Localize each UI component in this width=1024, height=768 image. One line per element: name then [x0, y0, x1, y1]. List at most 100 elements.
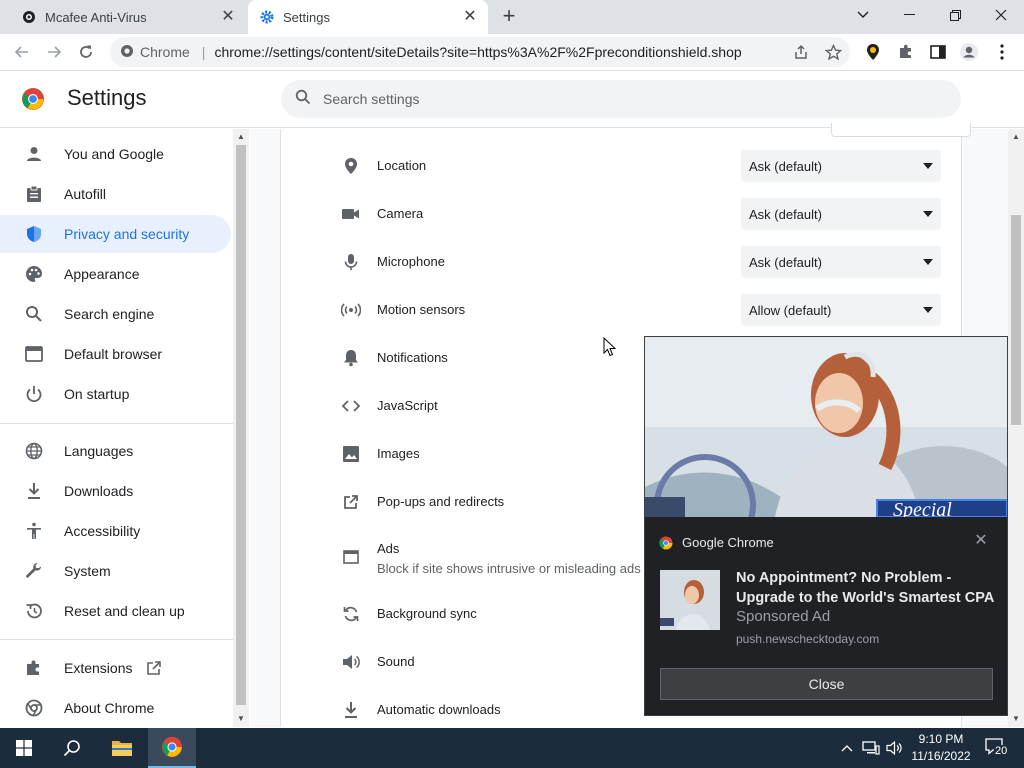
profile-avatar-icon[interactable]	[958, 41, 980, 63]
tray-chevron-up-icon[interactable]	[838, 738, 856, 758]
chrome-notification-popup[interactable]: Special Google Chrome ✕ No Appointment? …	[644, 336, 1008, 716]
download-icon	[24, 481, 44, 501]
image-icon	[341, 444, 361, 464]
permission-label: Background sync	[377, 606, 477, 621]
file-explorer-icon[interactable]	[98, 728, 146, 768]
location-pin-extension-icon[interactable]	[862, 41, 884, 63]
download-icon	[341, 700, 361, 720]
sidebar-item-search-engine[interactable]: Search engine	[0, 295, 231, 333]
restore-icon	[24, 601, 44, 621]
extensions-puzzle-icon[interactable]	[895, 41, 917, 63]
site-info-chip[interactable]: Chrome	[120, 44, 190, 61]
permission-row-microphone: Microphone Ask (default)	[281, 238, 961, 286]
back-arrow-icon[interactable]	[10, 40, 34, 64]
microphone-icon	[341, 252, 361, 272]
scroll-down-arrow-icon[interactable]: ▼	[1012, 714, 1020, 723]
main-scrollbar[interactable]: ▲ ▼	[1008, 129, 1024, 727]
sidebar-item-on-startup[interactable]: On startup	[0, 375, 231, 413]
sidebar-item-languages[interactable]: Languages	[0, 432, 231, 470]
permission-label: Microphone	[377, 254, 445, 269]
forward-arrow-icon[interactable]	[42, 40, 66, 64]
sidebar-divider	[0, 639, 233, 640]
sidebar-item-downloads[interactable]: Downloads	[0, 472, 231, 510]
sidebar-item-autofill[interactable]: Autofill	[0, 175, 231, 213]
settings-sidebar: You and Google Autofill Privacy and secu…	[0, 129, 233, 727]
sidebar-item-label: Privacy and security	[64, 226, 190, 242]
sidebar-item-extensions[interactable]: Extensions	[0, 649, 231, 687]
scroll-up-arrow-icon[interactable]: ▲	[1012, 132, 1020, 141]
mcafee-favicon-icon	[22, 10, 36, 24]
scroll-up-arrow-icon[interactable]: ▲	[237, 132, 245, 141]
tab-close-icon[interactable]: ✕	[220, 9, 236, 25]
sidebar-item-about-chrome[interactable]: About Chrome	[0, 689, 231, 727]
sidebar-divider	[0, 423, 233, 424]
reload-icon[interactable]	[74, 40, 98, 64]
address-bar[interactable]: Chrome | chrome://settings/content/siteD…	[110, 37, 850, 67]
restore-button[interactable]	[932, 0, 978, 30]
taskbar-chrome-icon[interactable]	[148, 728, 196, 768]
sidebar-item-reset-and-clean-up[interactable]: Reset and clean up	[0, 592, 231, 630]
permission-label: Camera	[377, 206, 424, 221]
menu-kebab-icon[interactable]	[991, 41, 1013, 63]
notification-close-icon[interactable]: ✕	[973, 533, 989, 549]
sidebar-item-system[interactable]: System	[0, 552, 231, 590]
scrollbar-thumb[interactable]	[1011, 215, 1021, 425]
permission-label: Sound	[377, 654, 415, 669]
microphone-permission-select[interactable]: Ask (default)	[741, 246, 941, 278]
permission-sublabel: Block if site shows intrusive or mislead…	[377, 561, 641, 576]
notification-source-label: Google Chrome	[682, 535, 774, 550]
tab-settings[interactable]: Settings ✕	[248, 0, 488, 34]
notification-domain: push.newschecktoday.com	[736, 632, 880, 646]
sidebar-item-label: Extensions	[64, 660, 133, 676]
notification-close-button[interactable]: Close	[660, 668, 993, 700]
close-window-button[interactable]	[978, 0, 1024, 30]
accessibility-icon	[24, 521, 44, 541]
url-text[interactable]: chrome://settings/content/siteDetails?si…	[214, 44, 741, 60]
settings-search[interactable]	[281, 80, 961, 118]
sidebar-item-privacy-and-security[interactable]: Privacy and security	[0, 215, 231, 253]
tab-close-icon[interactable]: ✕	[462, 9, 478, 25]
taskbar-clock[interactable]: 9:10 PM 11/16/2022	[908, 731, 974, 765]
dropdown-caret-icon	[923, 259, 933, 265]
bell-icon	[341, 348, 361, 368]
select-value: Ask (default)	[749, 254, 822, 270]
sidebar-item-you-and-google[interactable]: You and Google	[0, 135, 231, 173]
sidebar-item-accessibility[interactable]: Accessibility	[0, 512, 231, 550]
sidebar-item-default-browser[interactable]: Default browser	[0, 335, 231, 373]
select-value: Allow (default)	[749, 302, 832, 318]
open-in-new-icon	[146, 660, 162, 676]
permission-label: Pop-ups and redirects	[377, 494, 505, 509]
scroll-down-arrow-icon[interactable]: ▼	[237, 714, 245, 723]
action-center-icon[interactable]: 20	[984, 737, 1010, 759]
globe-icon	[24, 441, 44, 461]
sidebar-item-label: Reset and clean up	[64, 603, 185, 619]
dropdown-caret-icon	[923, 211, 933, 217]
taskbar-search-icon[interactable]	[48, 728, 96, 768]
scrollbar-thumb[interactable]	[236, 145, 246, 705]
minimize-button[interactable]	[886, 0, 932, 30]
new-tab-button[interactable]: +	[498, 5, 520, 28]
tab-mcafee[interactable]: Mcafee Anti-Virus ✕	[0, 0, 246, 34]
motion-sensors-permission-select[interactable]: Allow (default)	[741, 294, 941, 326]
share-icon[interactable]	[791, 42, 811, 62]
tab-search-chevron-icon[interactable]	[840, 0, 886, 30]
notification-hero-image[interactable]: Special	[645, 337, 1007, 517]
network-icon[interactable]	[862, 738, 880, 758]
bookmark-star-icon[interactable]	[823, 42, 843, 62]
sidebar-scrollbar[interactable]: ▲ ▼	[233, 129, 249, 727]
volume-icon[interactable]	[885, 738, 903, 758]
reset-permissions-button[interactable]	[831, 123, 971, 137]
sidebar-item-label: You and Google	[64, 146, 164, 162]
sidebar-item-appearance[interactable]: Appearance	[0, 255, 231, 293]
camera-permission-select[interactable]: Ask (default)	[741, 198, 941, 230]
chrome-icon	[24, 698, 44, 718]
location-permission-select[interactable]: Ask (default)	[741, 150, 941, 182]
ads-window-icon	[341, 547, 361, 567]
search-input[interactable]	[323, 91, 923, 107]
notification-source: Google Chrome	[659, 535, 774, 550]
puzzle-icon	[24, 658, 44, 678]
side-panel-icon[interactable]	[927, 41, 949, 63]
sync-icon	[341, 604, 361, 624]
omnibox-separator: |	[201, 44, 206, 60]
start-windows-icon[interactable]	[0, 728, 48, 768]
